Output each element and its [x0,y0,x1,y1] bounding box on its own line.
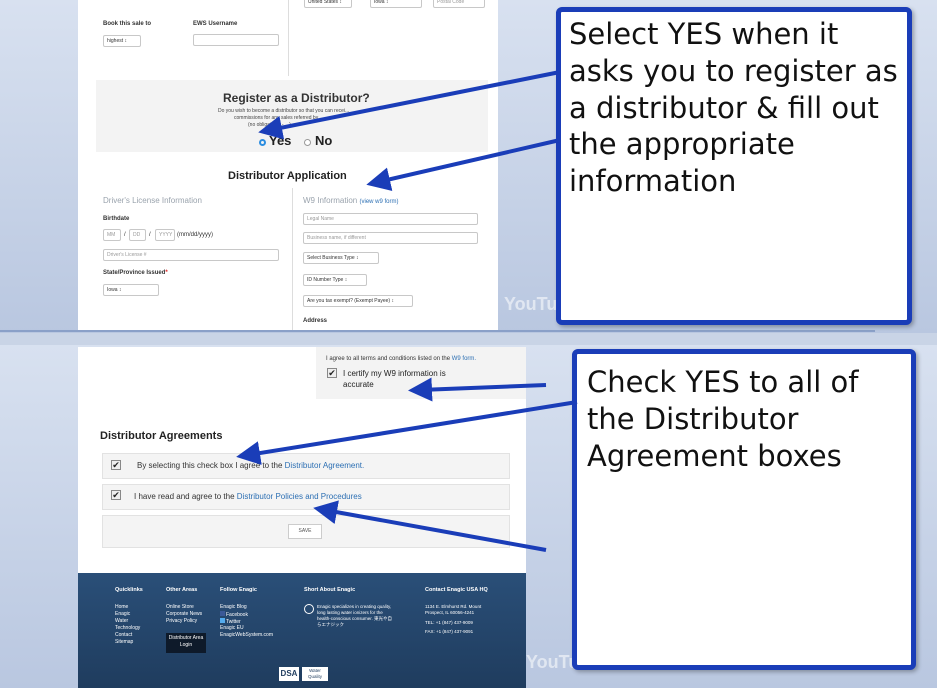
annotation-arrows [236,70,578,552]
arrow-to-agreement-2 [313,500,547,552]
arrow-to-application [366,138,561,191]
arrow-to-yes [258,70,561,140]
arrow-to-certify [408,377,547,402]
arrow-to-agreement-1 [236,400,578,465]
